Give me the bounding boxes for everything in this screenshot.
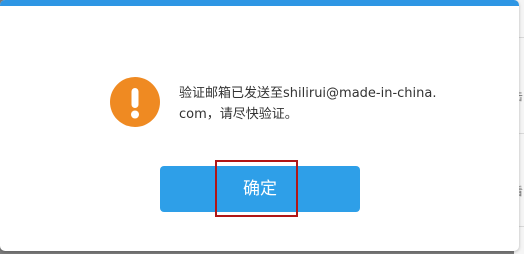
exclamation-icon [110,77,160,127]
dialog-message: 验证邮箱已发送至shilirui@made-in-china.com，请尽快验证… [179,86,437,122]
email-verification-dialog: 验证邮箱已发送至shilirui@made-in-china.com，请尽快验证… [0,0,519,251]
confirm-button[interactable]: 确定 [160,166,360,212]
dialog-accent-bar [0,0,519,6]
